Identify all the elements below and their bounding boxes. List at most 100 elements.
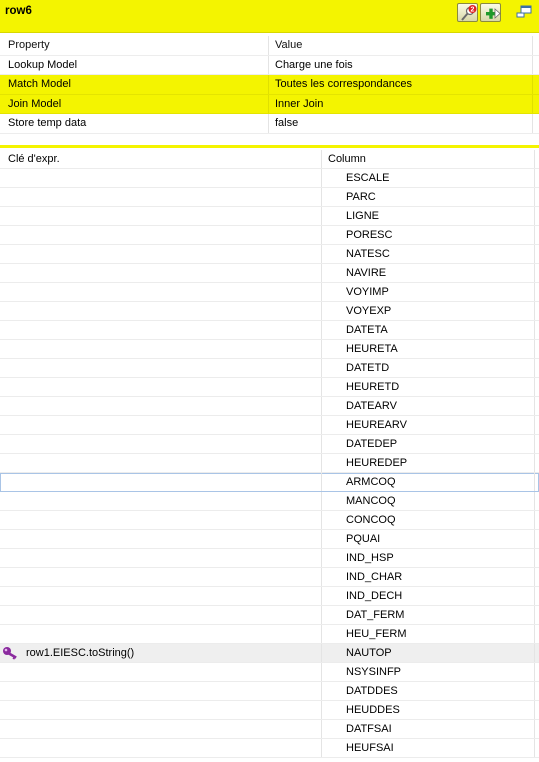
table-row[interactable]: PORESC — [0, 226, 539, 245]
table-row[interactable]: HEUREDEP — [0, 454, 539, 473]
property-row-join-model[interactable]: Join Model Inner Join — [0, 94, 539, 114]
column-name-cell: DATFSAI — [323, 720, 535, 738]
expr-key-cell[interactable] — [0, 378, 322, 396]
expr-key-cell[interactable] — [0, 226, 322, 244]
expr-key-cell[interactable] — [0, 587, 322, 605]
table-row[interactable]: HEUFSAI — [0, 739, 539, 758]
expr-key-cell[interactable]: row1.EIESC.toString() — [0, 644, 322, 662]
property-row-store-temp-data[interactable]: Store temp data false — [0, 114, 539, 134]
table-row[interactable]: DATETA — [0, 321, 539, 340]
property-value[interactable]: Charge une fois — [270, 55, 533, 74]
column-name-cell: ARMCOQ — [323, 473, 535, 491]
table-row[interactable]: DAT_FERM — [0, 606, 539, 625]
table-row[interactable]: DATEDEP — [0, 435, 539, 454]
expr-key-cell[interactable] — [0, 207, 322, 225]
table-title: row6 — [5, 5, 32, 17]
table-row[interactable]: HEUREARV — [0, 416, 539, 435]
add-button[interactable] — [480, 3, 501, 22]
property-name: Store temp data — [0, 114, 269, 133]
expr-key-cell[interactable] — [0, 720, 322, 738]
expr-key-cell[interactable] — [0, 454, 322, 472]
expr-key-cell[interactable] — [0, 682, 322, 700]
table-row[interactable]: DATETD — [0, 359, 539, 378]
column-name-cell: DAT_FERM — [323, 606, 535, 624]
table-row[interactable]: PQUAI — [0, 530, 539, 549]
property-column-header[interactable]: Property — [0, 36, 269, 55]
column-name-cell: NAVIRE — [323, 264, 535, 282]
expr-key-cell[interactable] — [0, 340, 322, 358]
table-row[interactable]: row1.EIESC.toString() NAUTOP — [0, 644, 539, 663]
table-row[interactable]: CONCOQ — [0, 511, 539, 530]
table-row[interactable]: MANCOQ — [0, 492, 539, 511]
column-name-cell: LIGNE — [323, 207, 535, 225]
expr-key-cell[interactable] — [0, 397, 322, 415]
expr-key-cell[interactable] — [0, 302, 322, 320]
mapping-table: Clé d'expr. Column ESCALE PARC LIGNE PORESC… — [0, 150, 539, 758]
expr-key-cell[interactable] — [0, 169, 322, 187]
table-row[interactable]: DATDDES — [0, 682, 539, 701]
expr-key-cell[interactable] — [0, 568, 322, 586]
properties-header-row: Property Value — [0, 36, 539, 56]
property-value[interactable]: Toutes les correspondances — [270, 75, 533, 94]
key-icon — [3, 647, 17, 660]
table-row[interactable]: DATFSAI — [0, 720, 539, 739]
property-row-match-model[interactable]: Match Model Toutes les correspondances — [0, 75, 539, 95]
column-name-cell: NATESC — [323, 245, 535, 263]
table-row[interactable]: NATESC — [0, 245, 539, 264]
table-row[interactable]: ARMCOQ — [0, 473, 539, 492]
column-name-cell: DATEARV — [323, 397, 535, 415]
expr-key-cell[interactable] — [0, 283, 322, 301]
expr-key-cell[interactable] — [0, 663, 322, 681]
search-key-button[interactable]: 2 — [457, 3, 478, 22]
property-value[interactable]: false — [270, 114, 533, 133]
properties-table: Property Value Lookup Model Charge une f… — [0, 36, 539, 134]
property-row-lookup-model[interactable]: Lookup Model Charge une fois — [0, 55, 539, 75]
table-row[interactable]: VOYIMP — [0, 283, 539, 302]
table-row[interactable]: ESCALE — [0, 169, 539, 188]
expr-key-cell[interactable] — [0, 530, 322, 548]
column-name-cell: IND_CHAR — [323, 568, 535, 586]
expr-key-cell[interactable] — [0, 625, 322, 643]
column-column-header[interactable]: Column — [323, 150, 535, 168]
expr-key-cell[interactable] — [0, 492, 322, 510]
table-row[interactable]: IND_CHAR — [0, 568, 539, 587]
expr-key-cell[interactable] — [0, 435, 322, 453]
expr-key-cell[interactable] — [0, 188, 322, 206]
table-row[interactable]: LIGNE — [0, 207, 539, 226]
mapping-header-row: Clé d'expr. Column — [0, 150, 539, 169]
column-name-cell: NAUTOP — [323, 644, 535, 662]
expr-key-cell[interactable] — [0, 245, 322, 263]
expr-key-cell[interactable] — [0, 416, 322, 434]
column-name-cell: IND_DECH — [323, 587, 535, 605]
property-value[interactable]: Inner Join — [270, 94, 533, 113]
expr-key-cell[interactable] — [0, 549, 322, 567]
column-name-cell: DATETA — [323, 321, 535, 339]
minimize-icon[interactable] — [515, 4, 533, 20]
expr-key-cell[interactable] — [0, 701, 322, 719]
expr-key-cell[interactable] — [0, 473, 322, 491]
expr-key-cell[interactable] — [0, 264, 322, 282]
expr-key-cell[interactable] — [0, 606, 322, 624]
table-row[interactable]: HEU_FERM — [0, 625, 539, 644]
column-name-cell: HEU_FERM — [323, 625, 535, 643]
table-row[interactable]: IND_DECH — [0, 587, 539, 606]
table-row[interactable]: HEURETA — [0, 340, 539, 359]
table-row[interactable]: VOYEXP — [0, 302, 539, 321]
section-divider — [0, 145, 539, 148]
table-row[interactable]: DATEARV — [0, 397, 539, 416]
table-row[interactable]: HEUDDES — [0, 701, 539, 720]
table-row[interactable]: NAVIRE — [0, 264, 539, 283]
expr-key-cell[interactable] — [0, 321, 322, 339]
table-row[interactable]: NSYSINFP — [0, 663, 539, 682]
plus-arrow-icon — [486, 8, 501, 19]
expr-key-cell[interactable] — [0, 511, 322, 529]
expr-key-column-header[interactable]: Clé d'expr. — [0, 150, 322, 168]
expr-key-cell[interactable] — [0, 739, 322, 757]
table-row[interactable]: IND_HSP — [0, 549, 539, 568]
search-badge-count: 2 — [471, 7, 475, 14]
column-name-cell: IND_HSP — [323, 549, 535, 567]
expr-key-cell[interactable] — [0, 359, 322, 377]
table-row[interactable]: PARC — [0, 188, 539, 207]
value-column-header[interactable]: Value — [270, 36, 533, 55]
table-row[interactable]: HEURETD — [0, 378, 539, 397]
